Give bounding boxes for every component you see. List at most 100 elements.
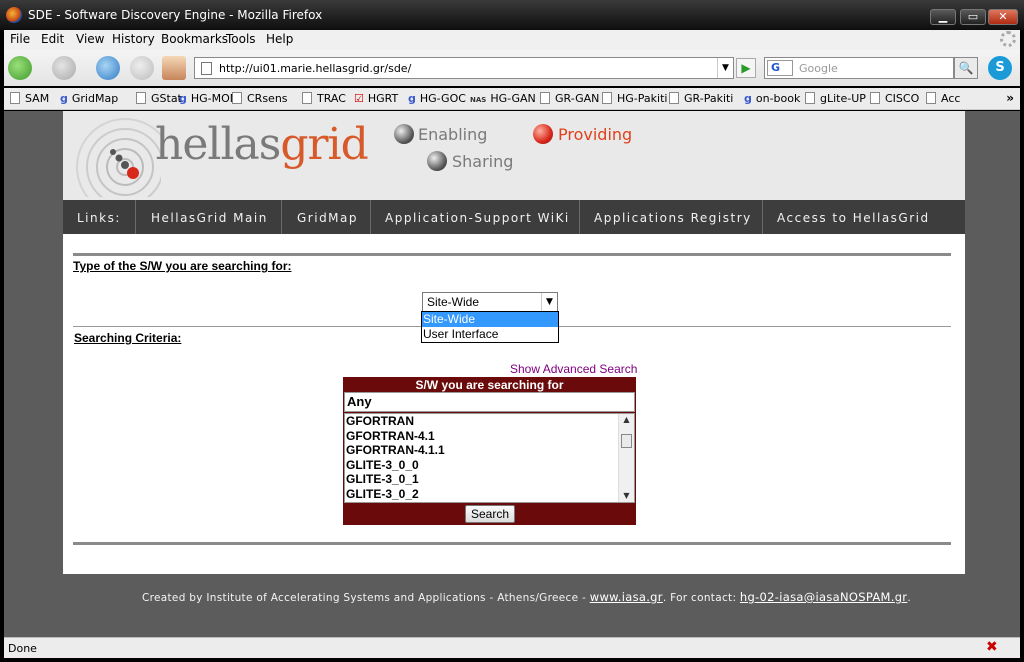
minimize-button[interactable]: ▁ — [930, 9, 956, 25]
error-icon[interactable]: ✖ — [986, 640, 1000, 655]
bookmark-glite-up[interactable]: gLite-UP — [805, 92, 866, 105]
bookmark-hg-pakiti[interactable]: HG-Pakiti — [602, 92, 667, 105]
list-item[interactable]: GLITE-3_0_1 — [345, 472, 634, 487]
search-input[interactable]: G Google — [764, 57, 954, 79]
window-title: SDE - Software Discovery Engine - Mozill… — [28, 8, 323, 22]
sharing-bullet-icon — [427, 151, 447, 171]
menu-history[interactable]: History — [112, 32, 155, 46]
bookmark-crsens[interactable]: CRsens — [232, 92, 288, 105]
bookmark-label: on-book — [755, 92, 801, 105]
bookmark-label: gLite-UP — [820, 92, 866, 105]
bookmark-hg-mon[interactable]: g HG-MON — [179, 92, 238, 105]
list-item[interactable]: GFORTRAN-4.1.1 — [345, 443, 634, 458]
tagline-providing: Providing — [558, 125, 633, 144]
reload-icon[interactable] — [96, 56, 120, 80]
bookmark-page-icon — [602, 92, 612, 104]
bookmark-page-icon — [870, 92, 880, 104]
go-button[interactable]: ▶ — [736, 58, 756, 78]
chevron-down-icon[interactable]: ▼ — [541, 293, 557, 311]
bookmark-check-icon: ☑ — [354, 92, 364, 105]
bookmark-g-icon: g — [744, 92, 752, 105]
bookmark-label: GStat — [151, 92, 182, 105]
hellasgrid-logo-icon — [76, 118, 161, 197]
site-nav: Links: HellasGrid Main GridMap Applicati… — [63, 200, 965, 234]
nav-application-support-wiki[interactable]: Application-Support WiKi — [385, 200, 570, 234]
window-titlebar: SDE - Software Discovery Engine - Mozill… — [0, 0, 1024, 30]
bookmark-label: GridMap — [71, 92, 119, 105]
bookmark-label: HG-GAN — [490, 92, 536, 105]
scroll-up-icon[interactable]: ▲ — [619, 414, 634, 426]
bookmark-hgrt[interactable]: ☑ HGRT — [354, 92, 398, 105]
bookmark-label: HGRT — [367, 92, 399, 105]
search-placeholder: Google — [799, 62, 838, 75]
address-bar[interactable]: http://ui01.marie.hellasgrid.gr/sde/ ▼ — [194, 57, 734, 79]
footer-site-link[interactable]: www.iasa.gr — [590, 590, 663, 604]
menu-help[interactable]: Help — [266, 32, 293, 46]
option-site-wide[interactable]: Site-Wide — [422, 312, 558, 327]
nav-gridmap[interactable]: GridMap — [297, 200, 358, 234]
bookmark-label: Acc — [941, 92, 961, 105]
scroll-down-icon[interactable]: ▼ — [619, 490, 634, 502]
tagline-enabling: Enabling — [418, 125, 488, 144]
bookmark-g-icon: g — [179, 92, 187, 105]
bookmark-hg-gan[interactable]: NAS HG-GAN — [470, 92, 536, 105]
site-logo: hellasgrid — [155, 119, 369, 170]
bookmark-on-book[interactable]: g on-book — [744, 92, 800, 105]
divider — [73, 253, 951, 256]
scroll-thumb[interactable] — [621, 434, 632, 448]
close-button[interactable]: ✕ — [988, 9, 1018, 25]
page: hellasgrid Enabling Sharing Providing Li… — [63, 111, 965, 637]
list-item[interactable]: GFORTRAN-4.1 — [345, 429, 634, 444]
throbber-icon — [1000, 31, 1016, 47]
bookmark-gstat[interactable]: GStat — [136, 92, 182, 105]
bookmark-sam[interactable]: SAM — [10, 92, 49, 105]
show-advanced-search-link[interactable]: Show Advanced Search — [510, 362, 637, 376]
footer-email-link[interactable]: hg-02-iasa@iasaNOSPAM.gr — [740, 590, 907, 604]
bookmark-page-icon — [805, 92, 815, 104]
maximize-button[interactable]: ▭ — [960, 9, 986, 25]
criteria-label: Searching Criteria: — [74, 331, 182, 345]
menu-view[interactable]: View — [76, 32, 104, 46]
bookmark-acc[interactable]: Acc — [926, 92, 960, 105]
bookmark-gridmap[interactable]: g GridMap — [60, 92, 118, 105]
bookmarks-overflow-button[interactable]: » — [1006, 91, 1014, 105]
back-icon[interactable] — [8, 56, 32, 80]
nav-access-to-hellasgrid[interactable]: Access to HellasGrid — [777, 200, 930, 234]
bookmark-trac[interactable]: TRAC — [302, 92, 346, 105]
footer-text: Created by Institute of Accelerating Sys… — [142, 590, 911, 604]
bookmark-hg-goc[interactable]: g HG-GOC — [408, 92, 466, 105]
skype-icon[interactable]: S — [988, 56, 1012, 80]
bookmark-gr-gan[interactable]: GR-GAN — [540, 92, 599, 105]
sw-type-select[interactable]: Site-Wide ▼ — [422, 292, 558, 312]
menu-bookmarks[interactable]: Bookmarks — [161, 32, 228, 46]
menu-tools[interactable]: Tools — [226, 32, 256, 46]
menu-edit[interactable]: Edit — [41, 32, 64, 46]
sw-list-scrollbar[interactable]: ▲ ▼ — [618, 414, 634, 502]
option-user-interface[interactable]: User Interface — [422, 327, 558, 342]
list-item[interactable]: GLITE-3_0_0 — [345, 458, 634, 473]
forward-icon[interactable] — [52, 56, 76, 80]
chevron-down-icon[interactable]: ▼ — [717, 58, 733, 78]
bookmark-page-icon — [926, 92, 936, 104]
enabling-bullet-icon — [394, 124, 414, 144]
list-item[interactable]: GFORTRAN — [345, 414, 634, 429]
bookmark-label: CISCO — [885, 92, 920, 105]
bookmark-cisco[interactable]: CISCO — [870, 92, 919, 105]
search-engine-icon[interactable]: G — [767, 60, 793, 76]
status-bar: Done ✖ — [4, 637, 1020, 658]
navigation-toolbar: http://ui01.marie.hellasgrid.gr/sde/ ▼ ▶… — [4, 50, 1020, 86]
nav-applications-registry[interactable]: Applications Registry — [594, 200, 752, 234]
search-button[interactable]: 🔍 — [954, 57, 978, 79]
stop-icon[interactable] — [130, 56, 154, 80]
nav-hellasgrid-main[interactable]: HellasGrid Main — [151, 200, 268, 234]
search-submit-button[interactable]: Search — [465, 505, 515, 523]
list-item[interactable]: GLITE-3_0_2 — [345, 487, 634, 502]
address-url: http://ui01.marie.hellasgrid.gr/sde/ — [219, 62, 412, 75]
sw-list[interactable]: GFORTRAN GFORTRAN-4.1 GFORTRAN-4.1.1 GLI… — [344, 413, 635, 503]
sw-type-dropdown: Site-Wide User Interface — [421, 311, 559, 343]
bookmark-gr-pakiti[interactable]: GR-Pakiti — [669, 92, 733, 105]
sw-any-input[interactable]: Any — [344, 392, 635, 412]
bookmark-page-icon — [540, 92, 550, 104]
home-icon[interactable] — [162, 56, 186, 80]
menu-file[interactable]: File — [10, 32, 30, 46]
